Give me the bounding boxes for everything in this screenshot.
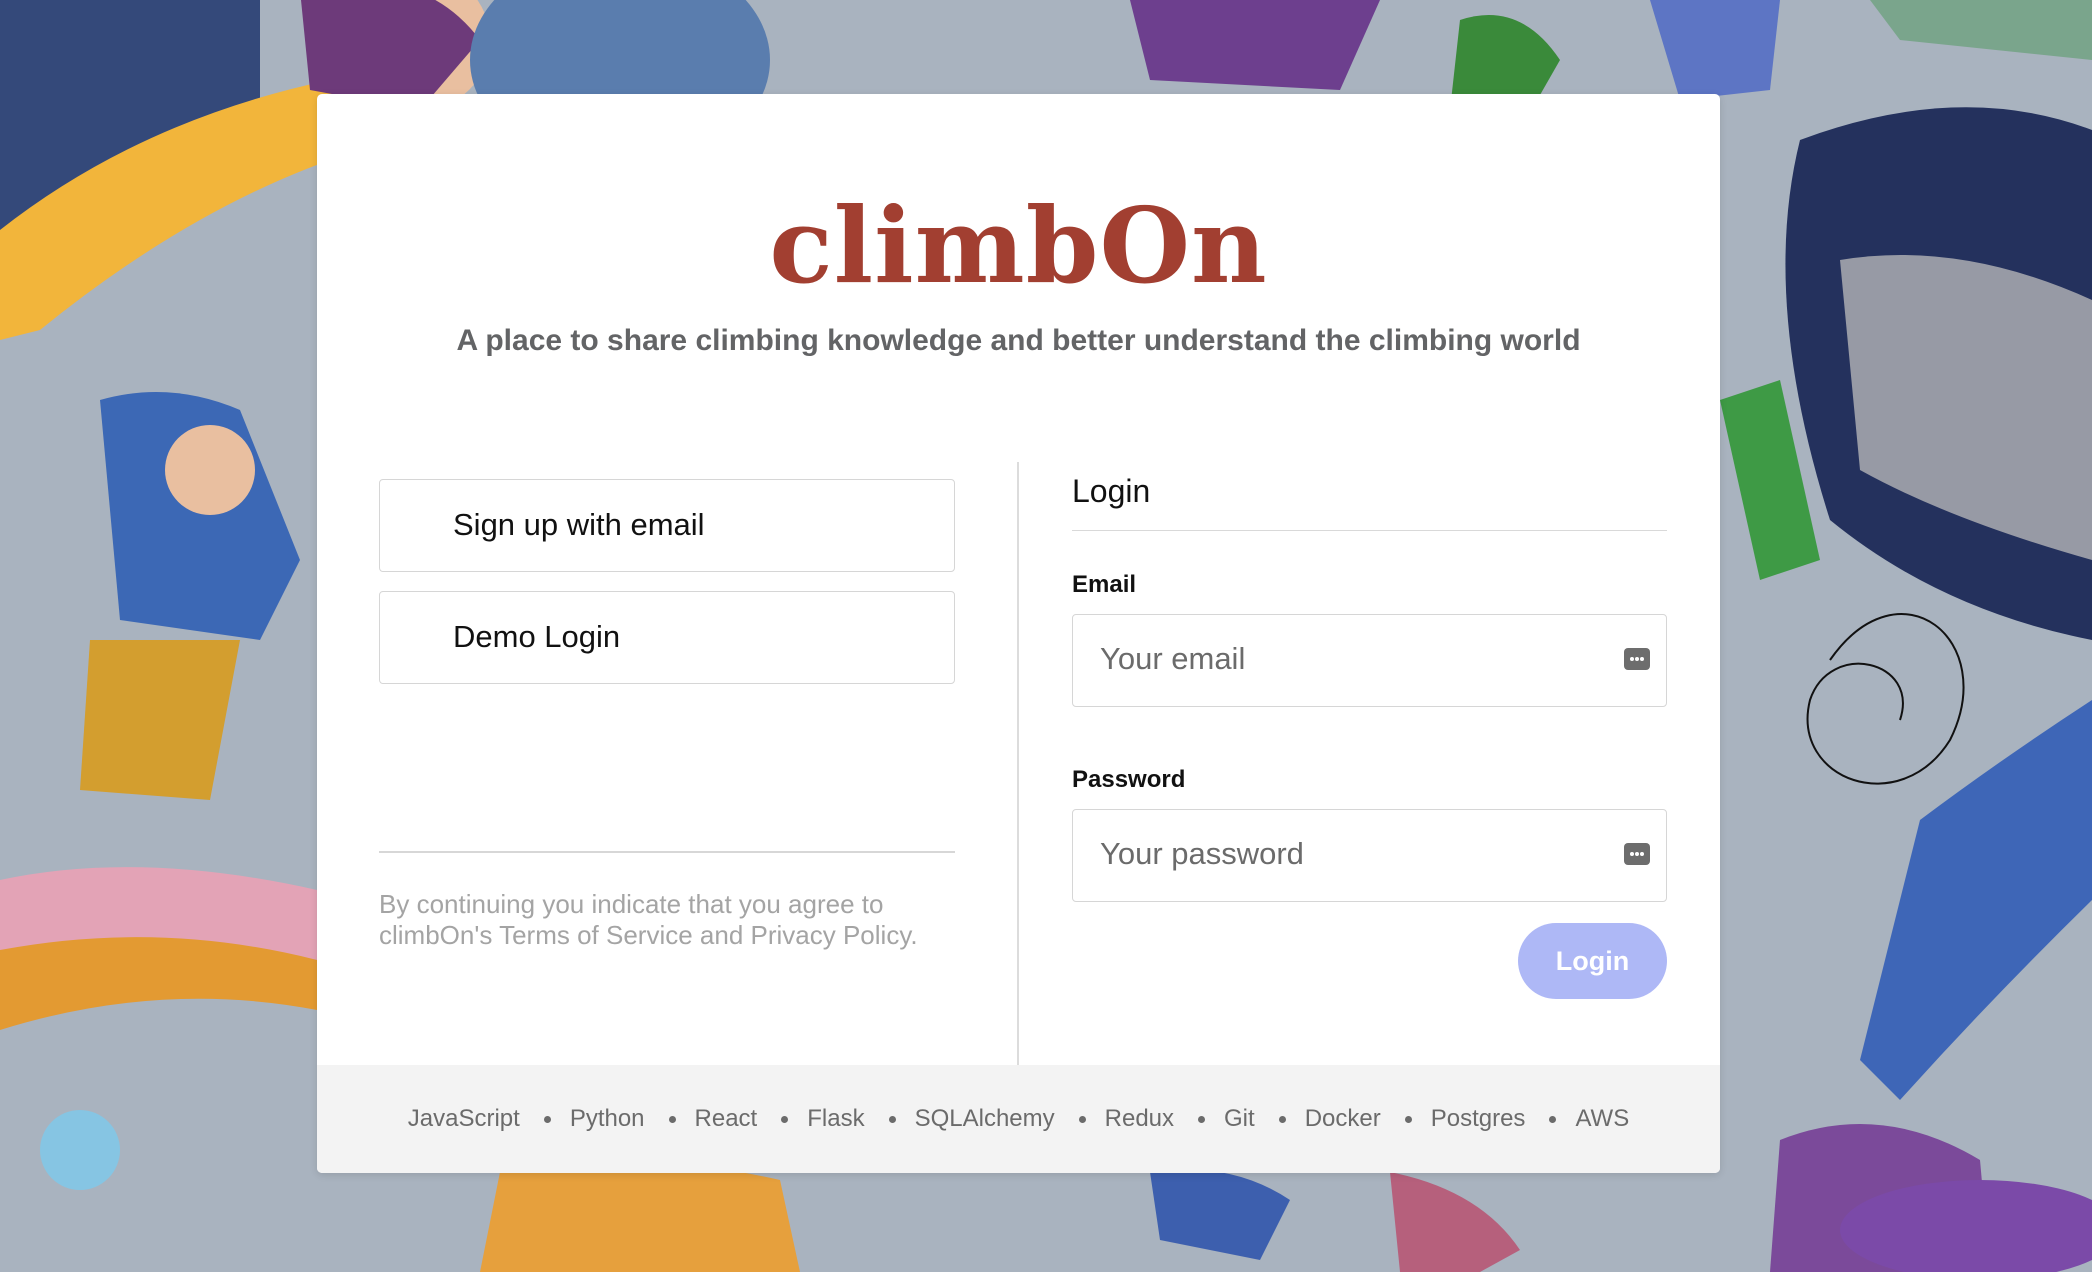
tech-item: JavaScript — [408, 1105, 520, 1133]
login-submit-button[interactable]: Login — [1518, 923, 1667, 999]
demo-login-button[interactable]: Demo Login — [379, 591, 955, 684]
bullet-separator — [1198, 1115, 1206, 1123]
email-label: Email — [1072, 571, 1137, 598]
bullet-separator — [888, 1115, 896, 1123]
tech-item-label: Postgres — [1430, 1105, 1526, 1132]
password-manager-key-icon[interactable] — [1624, 648, 1650, 670]
bullet-separator — [781, 1115, 789, 1123]
tech-item-label: Git — [1224, 1105, 1255, 1132]
password-label: Password — [1072, 766, 1186, 793]
tech-item-label: SQLAlchemy — [914, 1105, 1055, 1132]
password-input[interactable] — [1073, 810, 1620, 898]
bullet-separator — [1078, 1115, 1086, 1123]
bullet-separator — [1278, 1115, 1286, 1123]
tech-item: Git — [1174, 1105, 1255, 1133]
signup-email-button[interactable]: Sign up with email — [379, 479, 955, 572]
signup-column: Sign up with email Demo Login By continu… — [379, 479, 955, 950]
divider — [379, 851, 955, 853]
terms-notice: By continuing you indicate that you agre… — [379, 889, 918, 950]
brand-logo: climbOn — [769, 184, 1268, 307]
tech-item-label: Python — [569, 1105, 645, 1132]
auth-card: climbOn A place to share climbing knowle… — [317, 94, 1720, 1173]
email-input[interactable] — [1073, 615, 1620, 703]
tech-item: Python — [520, 1105, 645, 1133]
tech-item: Redux — [1055, 1105, 1174, 1133]
tagline: A place to share climbing knowledge and … — [456, 324, 1581, 357]
tech-item: Docker — [1255, 1105, 1381, 1133]
column-divider — [1017, 462, 1019, 1114]
email-field-wrapper — [1072, 614, 1667, 707]
tech-item-label: Flask — [807, 1105, 865, 1132]
login-heading: Login — [1072, 464, 1667, 531]
tech-footer: JavaScript Python React Flask SQLAlchemy Redu… — [317, 1065, 1720, 1173]
tech-item: SQLAlchemy — [865, 1105, 1055, 1133]
password-field-wrapper — [1072, 809, 1667, 902]
tech-item: React — [645, 1105, 758, 1133]
bullet-separator — [1404, 1115, 1412, 1123]
login-form: Login Email Password Login — [1072, 464, 1667, 999]
tech-item-label: JavaScript — [407, 1105, 520, 1132]
tech-item: Postgres — [1381, 1105, 1526, 1133]
bullet-separator — [543, 1115, 551, 1123]
tech-item-label: React — [694, 1105, 758, 1132]
tech-item-label: AWS — [1575, 1105, 1630, 1132]
tech-item-label: Redux — [1104, 1105, 1175, 1132]
tech-item: Flask — [757, 1105, 865, 1133]
tech-item-label: Docker — [1304, 1105, 1381, 1132]
password-manager-key-icon[interactable] — [1624, 843, 1650, 865]
tech-item: AWS — [1525, 1105, 1629, 1133]
bullet-separator — [1549, 1115, 1557, 1123]
tech-stack-list: JavaScript Python React Flask SQLAlchemy Redu… — [408, 1105, 1629, 1133]
bullet-separator — [668, 1115, 676, 1123]
